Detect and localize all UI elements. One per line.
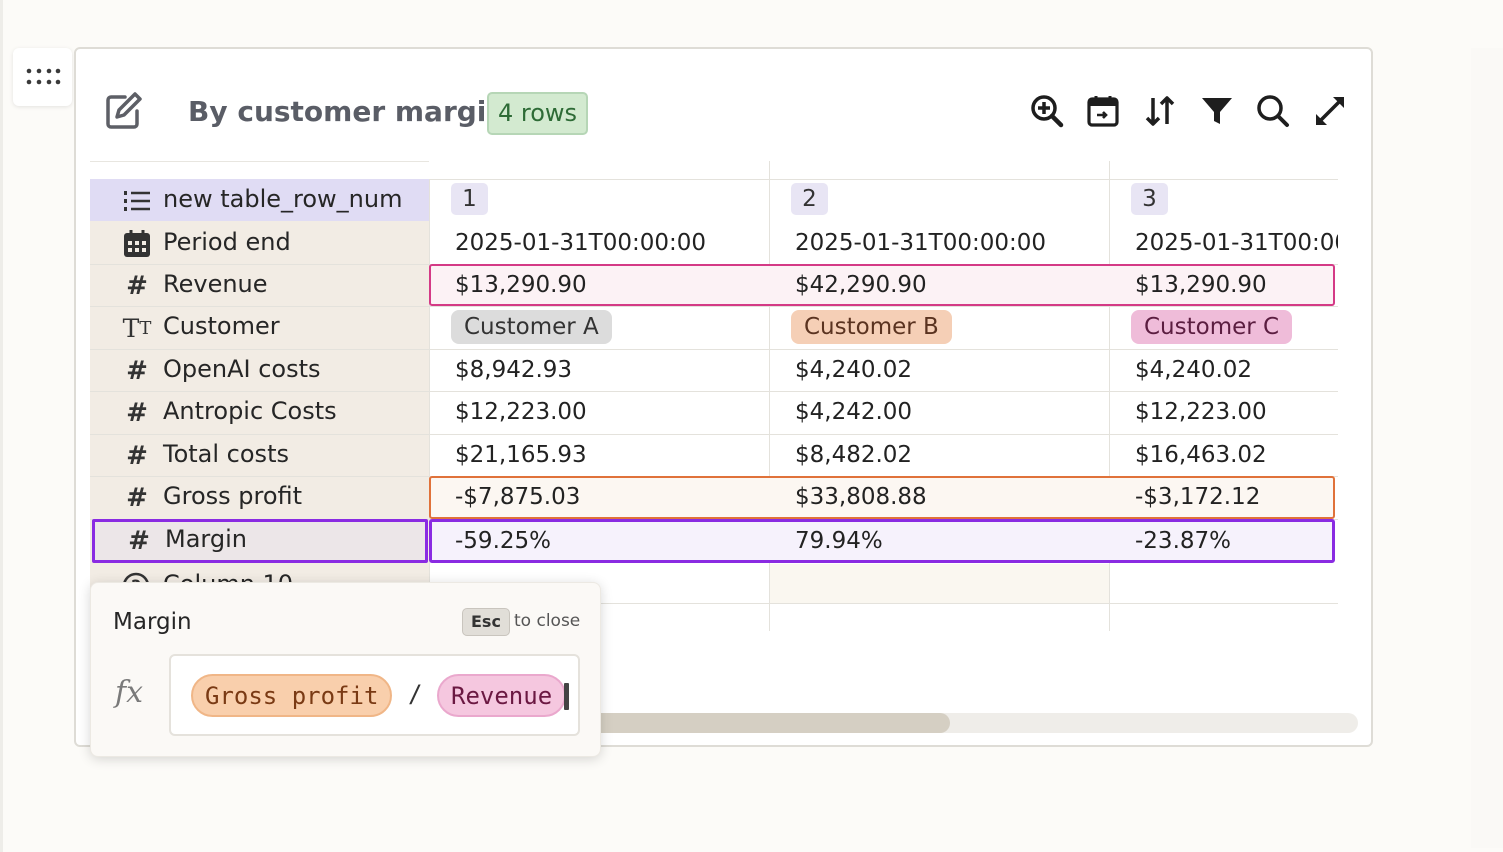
- table-cell[interactable]: 2025-01-31T00:00:00: [795, 222, 1046, 264]
- table-cell[interactable]: $42,290.90: [795, 264, 927, 306]
- table-cell[interactable]: $4,240.02: [795, 349, 912, 391]
- formula-operator: /: [408, 680, 423, 708]
- close-hint-text: to close: [514, 611, 581, 631]
- table-cell[interactable]: $13,290.90: [1135, 264, 1267, 306]
- table-cell[interactable]: Customer C: [1131, 310, 1293, 344]
- search-icon[interactable]: [1255, 93, 1291, 129]
- row-label-revenue[interactable]: # Revenue: [90, 264, 429, 306]
- formula-token-gross-profit[interactable]: Gross profit: [191, 674, 393, 717]
- page-margin: [1471, 48, 1503, 848]
- row-label-text: Antropic Costs: [163, 397, 337, 425]
- table-cell[interactable]: $21,165.93: [455, 434, 587, 476]
- row-label-text: Period end: [163, 228, 291, 256]
- customer-tag: Customer C: [1131, 310, 1293, 344]
- row-count-badge: 4 rows: [487, 92, 589, 135]
- text-caret: [564, 683, 569, 710]
- formula-token-revenue[interactable]: Revenue: [437, 674, 567, 717]
- customer-tag: Customer A: [451, 310, 612, 344]
- hash-icon: #: [126, 398, 148, 428]
- table-cell[interactable]: $13,290.90: [455, 264, 587, 306]
- formula-input[interactable]: Gross profit / Revenue: [169, 654, 580, 736]
- edit-icon[interactable]: [103, 91, 143, 131]
- drag-handle[interactable]: [13, 48, 72, 106]
- table-cell[interactable]: $4,240.02: [1135, 349, 1252, 391]
- numbered-list-icon: [124, 191, 150, 211]
- table-cell[interactable]: $8,482.02: [795, 434, 912, 476]
- table-cell[interactable]: $33,808.88: [795, 476, 927, 518]
- drag-dots-icon: [26, 68, 60, 85]
- row-label-period-end[interactable]: Period end: [90, 222, 429, 264]
- table-cell[interactable]: -$7,875.03: [455, 476, 580, 518]
- column-number-badge: 1: [451, 183, 488, 215]
- table-cell[interactable]: $8,942.93: [455, 349, 572, 391]
- row-label-openai-costs[interactable]: # OpenAI costs: [90, 349, 429, 391]
- table-cell[interactable]: 2025-01-31T00:00:00: [455, 222, 706, 264]
- customer-tag: Customer B: [791, 310, 952, 344]
- row-label-row-num[interactable]: new table_row_num: [90, 179, 429, 221]
- table-cell[interactable]: Customer B: [791, 310, 952, 344]
- hash-icon: #: [126, 356, 148, 386]
- calendar-icon[interactable]: [1085, 93, 1121, 129]
- horizontal-scrollbar-thumb[interactable]: [586, 713, 950, 733]
- row-label-total-costs[interactable]: # Total costs: [90, 434, 429, 476]
- table-cell[interactable]: 79.94%: [795, 520, 883, 562]
- table-cell[interactable]: $12,223.00: [455, 391, 587, 433]
- formula-popup: Margin Esc to close fx Gross profit / Re…: [90, 582, 601, 757]
- row-label-text: Customer: [163, 312, 280, 340]
- row-label-text: new table_row_num: [163, 185, 403, 213]
- row-label-margin[interactable]: # Margin: [92, 519, 428, 563]
- expand-icon[interactable]: [1312, 93, 1348, 129]
- row-label-text: Gross profit: [163, 482, 303, 510]
- table-cell[interactable]: $4,242.00: [795, 391, 912, 433]
- calendar-grid-icon: [124, 230, 150, 257]
- formula-popup-title: Margin: [113, 609, 192, 635]
- hash-icon: #: [128, 526, 150, 556]
- table-cell[interactable]: $16,463.02: [1135, 434, 1267, 476]
- zoom-in-icon[interactable]: [1029, 93, 1065, 129]
- row-label-text: Total costs: [163, 440, 289, 468]
- filter-icon[interactable]: [1199, 93, 1235, 129]
- row-label-gross-profit[interactable]: # Gross profit: [90, 476, 429, 518]
- table-cell[interactable]: $12,223.00: [1135, 391, 1267, 433]
- text-type-icon: TT: [122, 313, 152, 343]
- hash-icon: #: [126, 441, 148, 471]
- page-edge: [0, 0, 3, 852]
- fx-icon: fx: [115, 675, 144, 710]
- row-label-text: OpenAI costs: [163, 355, 321, 383]
- table-cell[interactable]: -59.25%: [455, 520, 551, 562]
- table-cell[interactable]: 2025-01-31T00:00:00: [1135, 222, 1338, 264]
- table-cell[interactable]: -23.87%: [1135, 520, 1231, 562]
- hash-icon: #: [126, 271, 148, 301]
- row-label-antropic-costs[interactable]: # Antropic Costs: [90, 391, 429, 433]
- table-cell[interactable]: Customer A: [451, 310, 612, 344]
- esc-key-hint[interactable]: Esc: [462, 608, 510, 636]
- table-cell[interactable]: -$3,172.12: [1135, 476, 1260, 518]
- row-label-customer[interactable]: TT Customer: [90, 306, 429, 348]
- column-number-badge: 2: [791, 183, 828, 215]
- column-number-badge: 3: [1131, 183, 1168, 215]
- hash-icon: #: [126, 483, 148, 513]
- sort-icon[interactable]: [1142, 93, 1178, 129]
- view-title: By customer margin: [188, 95, 507, 128]
- empty-cell[interactable]: [770, 564, 1109, 603]
- data-table: new table_row_num 1 2 3 Period end 2025-…: [90, 161, 1338, 631]
- row-label-text: Revenue: [163, 270, 268, 298]
- row-label-text: Margin: [165, 525, 247, 553]
